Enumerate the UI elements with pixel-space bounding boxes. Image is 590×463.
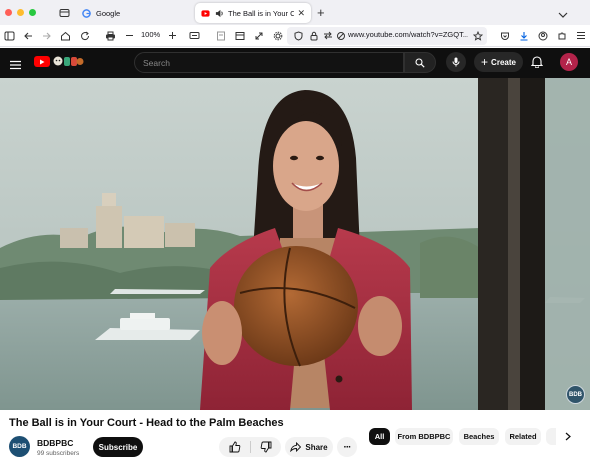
subscriber-count: 99 subscribers [37,450,80,457]
sidebar-toggle-icon[interactable] [2,28,17,43]
search-box [134,52,404,73]
reader-view-icon[interactable] [213,28,228,43]
channel-name[interactable]: BDBPBC [37,438,73,448]
divider [250,441,251,453]
chip-beaches[interactable]: Beaches [459,428,499,445]
tab-google[interactable]: Google [76,3,192,23]
tab-bar: Google The Ball is in Your Court - He ✕ … [0,0,590,25]
forward-arrow-icon[interactable] [39,28,54,43]
like-dislike-group [219,437,281,457]
share-label: Share [305,442,328,452]
bookmark-star-icon[interactable] [470,28,485,43]
hamburger-menu-icon[interactable] [10,57,21,75]
youtube-logo-icon[interactable] [34,56,50,67]
youtube-icon [201,9,210,17]
search-button[interactable] [404,52,436,73]
channel-avatar[interactable]: BDB [9,436,30,457]
video-player[interactable]: BDB [0,78,590,410]
tab-label: The Ball is in Your Court - He [228,8,295,18]
chip-related[interactable]: Related [505,428,541,445]
share-button[interactable]: Share [285,437,333,457]
youtube-doodle-logo[interactable] [52,55,84,68]
url-text[interactable]: www.youtube.com/watch?v=ZGQT... [348,30,468,39]
minimize-window-button[interactable] [17,9,24,16]
window-icon[interactable] [232,28,247,43]
more-actions-ellipsis-icon[interactable]: ··· [337,437,357,457]
zoom-level[interactable]: 100% [141,30,160,39]
channel-watermark[interactable]: BDB [566,385,585,404]
youtube-header: + Create A [0,48,590,78]
close-tab-icon[interactable]: ✕ [297,8,305,19]
menu-icon[interactable] [573,28,588,43]
notifications-bell-icon[interactable] [530,55,544,73]
dislike-thumb-down-icon[interactable] [258,440,273,454]
search-input[interactable] [135,53,403,73]
zoom-out-icon[interactable] [122,28,137,43]
microphone-icon [452,57,460,67]
print-icon[interactable] [103,28,118,43]
account-avatar[interactable]: A [560,53,578,71]
tab-overview-icon[interactable] [56,5,72,21]
home-icon[interactable] [58,28,73,43]
tab-list-chevron-icon[interactable] [558,6,568,24]
create-button[interactable]: + Create [474,52,523,72]
like-thumb-up-icon[interactable] [227,440,242,454]
new-tab-button[interactable]: + [317,5,325,20]
tracking-protection-icon[interactable] [333,28,348,43]
back-arrow-icon[interactable] [20,28,35,43]
downloads-icon[interactable] [516,28,531,43]
lock-icon[interactable] [306,28,321,43]
maximize-window-button[interactable] [29,9,36,16]
create-label: Create [491,57,516,67]
share-arrow-icon [290,442,302,452]
browser-window: Google The Ball is in Your Court - He ✕ … [0,0,590,463]
google-g-icon [82,8,91,18]
navigation-toolbar: 100% www.youtube.com/watch?v=ZGQT... [0,25,590,47]
pocket-icon[interactable] [497,28,512,43]
chip-overflow[interactable] [546,428,556,445]
reload-icon[interactable] [77,28,92,43]
subscribe-button[interactable]: Subscribe [93,437,143,457]
chip-from-channel[interactable]: From BDBPBC [395,428,453,445]
screenshot-icon[interactable] [187,28,202,43]
tab-youtube-video[interactable]: The Ball is in Your Court - He ✕ [195,3,311,23]
chevron-right-icon[interactable] [562,429,574,444]
settings-gear-icon[interactable] [270,28,285,43]
expand-icon[interactable] [251,28,266,43]
zoom-in-icon[interactable] [165,28,180,43]
search-icon [415,57,425,68]
tab-label: Google [96,8,121,18]
video-frame-image [0,78,590,410]
voice-search-button[interactable] [446,52,466,72]
account-icon[interactable] [535,28,550,43]
speaker-icon[interactable] [215,9,224,18]
extensions-icon[interactable] [554,28,569,43]
shield-icon[interactable] [291,28,306,43]
video-title: The Ball is in Your Court - Head to the … [9,417,284,429]
plus-icon: + [481,55,489,69]
window-controls [5,9,51,16]
chip-all[interactable]: All [369,428,390,445]
close-window-button[interactable] [5,9,12,16]
